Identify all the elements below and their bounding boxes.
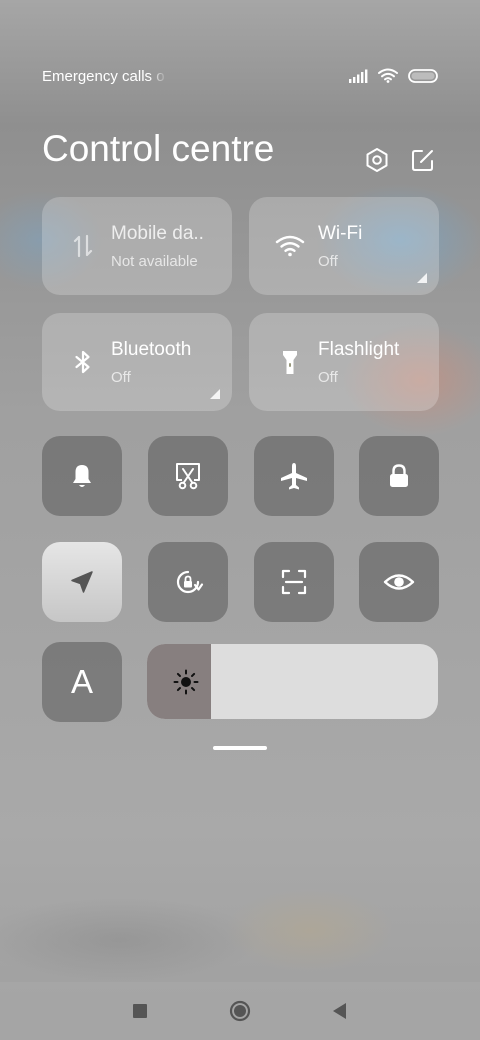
mobile-data-title: Mobile da.. (111, 223, 204, 244)
mobile-data-tile[interactable]: Mobile da.. Not available (42, 197, 232, 295)
lock-icon (390, 464, 408, 487)
airplane-icon (281, 463, 307, 490)
edit-button[interactable] (408, 145, 438, 175)
airplane-mode-toggle[interactable] (254, 436, 334, 516)
flashlight-tile[interactable]: Flashlight Off (249, 313, 439, 411)
rotation-lock-icon (176, 570, 204, 594)
font-size-icon: A (70, 663, 93, 700)
back-button[interactable] (326, 998, 352, 1024)
scanner-toggle[interactable] (254, 542, 334, 622)
settings-icon (366, 148, 388, 172)
home-icon (229, 1000, 251, 1022)
status-icons (348, 68, 438, 83)
carrier-text: Emergency calls o (42, 68, 165, 85)
reading-mode-toggle[interactable] (359, 542, 439, 622)
wifi-status: Off (318, 253, 338, 270)
status-bar: Emergency calls o (42, 66, 438, 88)
silent-toggle[interactable] (42, 436, 122, 516)
navigation-bar (0, 982, 480, 1040)
expand-corner-icon[interactable] (210, 389, 220, 399)
bluetooth-title: Bluetooth (111, 339, 192, 360)
bluetooth-tile[interactable]: Bluetooth Off (42, 313, 232, 411)
mobile-data-status: Not available (111, 253, 198, 270)
location-toggle[interactable] (42, 542, 122, 622)
screenshot-icon (176, 463, 200, 490)
flashlight-status: Off (318, 369, 338, 386)
sun-icon (173, 669, 199, 695)
recents-icon (133, 1004, 147, 1018)
mobile-data-icon (73, 234, 93, 258)
lock-screen-toggle[interactable] (359, 436, 439, 516)
wifi-icon (275, 235, 305, 257)
eye-icon (383, 574, 415, 590)
signal-icon (349, 69, 368, 83)
recents-button[interactable] (127, 998, 153, 1024)
scan-icon (281, 569, 307, 595)
bluetooth-icon (75, 350, 90, 374)
expand-corner-icon[interactable] (417, 273, 427, 283)
wifi-icon (378, 68, 398, 83)
edit-icon (412, 150, 433, 171)
wifi-tile[interactable]: Wi-Fi Off (249, 197, 439, 295)
rotation-lock-toggle[interactable] (148, 542, 228, 622)
battery-icon (408, 68, 438, 83)
location-icon (71, 571, 93, 593)
brightness-slider[interactable] (147, 644, 438, 719)
auto-brightness-toggle[interactable]: A (42, 642, 122, 722)
bluetooth-status: Off (111, 369, 131, 386)
page-title: Control centre (42, 128, 275, 169)
drag-handle[interactable] (213, 746, 267, 750)
flashlight-icon (283, 351, 297, 374)
flashlight-title: Flashlight (318, 339, 400, 360)
screenshot-toggle[interactable] (148, 436, 228, 516)
back-icon (333, 1003, 346, 1019)
bell-icon (73, 465, 91, 487)
home-button[interactable] (227, 998, 253, 1024)
settings-button[interactable] (362, 145, 392, 175)
wifi-title: Wi-Fi (318, 223, 363, 244)
